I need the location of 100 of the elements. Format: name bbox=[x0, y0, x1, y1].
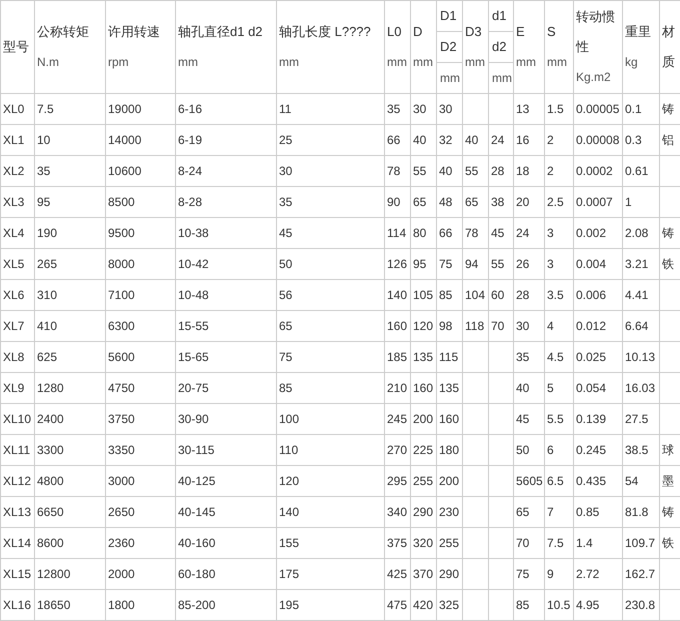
table-cell: 2000 bbox=[108, 567, 135, 581]
table-cell: 30-115 bbox=[178, 443, 214, 457]
table-cell: 16 bbox=[516, 133, 530, 147]
column-header: 材质 bbox=[662, 23, 676, 71]
column-header: L0 bbox=[387, 23, 402, 41]
table-cell: 48 bbox=[439, 195, 452, 209]
table-cell: 15-65 bbox=[178, 350, 209, 364]
table-cell: 10-42 bbox=[178, 257, 209, 271]
table-cell: 81.8 bbox=[625, 505, 648, 519]
table-cell: 290 bbox=[439, 567, 460, 581]
table-cell: XL2 bbox=[3, 164, 24, 178]
table-cell: 155 bbox=[279, 536, 300, 550]
table-cell: 50 bbox=[279, 257, 292, 271]
table-cell: XL8 bbox=[3, 350, 24, 364]
table-cell: 0.1 bbox=[625, 102, 642, 116]
table-cell: 35 bbox=[516, 350, 530, 364]
table-cell: 195 bbox=[279, 598, 300, 612]
unit-label: kg bbox=[625, 54, 639, 71]
table-cell: 28 bbox=[516, 288, 530, 302]
column-header: 重里 bbox=[625, 23, 652, 41]
table-cell: 10 bbox=[37, 133, 50, 147]
table-cell: 230 bbox=[439, 505, 460, 519]
table-cell: XL6 bbox=[3, 288, 24, 302]
table-cell: 100 bbox=[279, 412, 300, 426]
table-cell: 94 bbox=[465, 257, 478, 271]
table-cell: 24 bbox=[491, 133, 504, 147]
unit-label: mm bbox=[547, 54, 568, 71]
table-cell: 55 bbox=[491, 257, 504, 271]
table-cell: XL3 bbox=[3, 195, 24, 209]
table-cell: 6.5 bbox=[547, 474, 564, 488]
table-cell: 18650 bbox=[37, 598, 70, 612]
table-cell: 85 bbox=[439, 288, 452, 302]
table-cell: 310 bbox=[37, 288, 58, 302]
table-cell: 铸 bbox=[662, 504, 674, 518]
table-cell: 13 bbox=[516, 102, 530, 116]
table-cell: 65 bbox=[465, 195, 478, 209]
table-cell: 35 bbox=[37, 164, 50, 178]
table-cell: 245 bbox=[387, 412, 408, 426]
table-cell: XL1 bbox=[3, 133, 24, 147]
table-cell: 40 bbox=[516, 381, 530, 395]
table-cell: 8-28 bbox=[178, 195, 202, 209]
table-cell: 0.006 bbox=[576, 288, 606, 302]
table-cell: 26 bbox=[516, 257, 530, 271]
table-cell: 14000 bbox=[108, 133, 142, 147]
table-cell: 135 bbox=[413, 350, 434, 364]
table-cell: 70 bbox=[491, 319, 504, 333]
table-cell: 200 bbox=[413, 412, 434, 426]
table-cell: 325 bbox=[439, 598, 460, 612]
table-cell: 铸 bbox=[662, 226, 674, 240]
table-cell: 66 bbox=[439, 226, 452, 240]
table-cell: 60-180 bbox=[178, 567, 216, 581]
table-cell: 5600 bbox=[108, 350, 135, 364]
table-cell: 5.5 bbox=[547, 412, 564, 426]
table-cell: 7100 bbox=[108, 288, 135, 302]
table-cell: 320 bbox=[413, 536, 434, 550]
table-cell: 55 bbox=[413, 164, 426, 178]
table-cell: 10-48 bbox=[178, 288, 209, 302]
table-cell: 27.5 bbox=[625, 412, 648, 426]
table-cell: 0.054 bbox=[576, 381, 606, 395]
table-cell: 10.5 bbox=[547, 598, 570, 612]
table-cell: 7 bbox=[547, 505, 554, 519]
table-cell: 65 bbox=[516, 505, 530, 519]
table-cell: 105 bbox=[413, 288, 434, 302]
table-cell: 114 bbox=[387, 226, 406, 240]
table-cell: 8600 bbox=[37, 536, 64, 550]
column-header: 许用转速 bbox=[108, 23, 161, 41]
table-cell: 铁 bbox=[662, 536, 674, 550]
table-cell: 126 bbox=[387, 257, 408, 271]
table-cell: 65 bbox=[413, 195, 426, 209]
table-cell: 75 bbox=[439, 257, 452, 271]
table-cell: 2.72 bbox=[576, 567, 600, 581]
table-cell: 160 bbox=[413, 381, 434, 395]
table-cell: 0.3 bbox=[625, 133, 642, 147]
table-cell: 4.5 bbox=[547, 350, 564, 364]
table-cell: 3350 bbox=[108, 443, 135, 457]
table-cell: 410 bbox=[37, 319, 58, 333]
table-cell: 95 bbox=[413, 257, 426, 271]
table-cell: 625 bbox=[37, 350, 58, 364]
table-cell: 40-160 bbox=[178, 536, 216, 550]
table-cell: 45 bbox=[279, 226, 292, 240]
table-cell: 4750 bbox=[108, 381, 135, 395]
table-cell: 98 bbox=[439, 319, 452, 333]
table-cell: 140 bbox=[279, 505, 300, 519]
column-header: D1 bbox=[440, 8, 457, 23]
table-cell: 6.64 bbox=[625, 319, 648, 333]
table-cell: 70 bbox=[516, 536, 530, 550]
table-cell: 6 bbox=[547, 443, 554, 457]
table-cell: 104 bbox=[465, 288, 486, 302]
table-cell: 85 bbox=[279, 381, 292, 395]
table-cell: 35 bbox=[387, 102, 400, 116]
table-cell: 5605 bbox=[516, 474, 543, 488]
table-cell: 190 bbox=[37, 226, 58, 240]
table-cell: 109.7 bbox=[625, 536, 656, 550]
table-cell: 2 bbox=[547, 164, 554, 178]
table-cell: 40 bbox=[413, 133, 426, 147]
table-cell: 3750 bbox=[108, 412, 135, 426]
table-cell: 0.00008 bbox=[576, 133, 620, 147]
table-cell: XL16 bbox=[3, 598, 32, 612]
table-cell: 球 bbox=[662, 442, 674, 456]
column-header: d2 bbox=[492, 39, 506, 54]
